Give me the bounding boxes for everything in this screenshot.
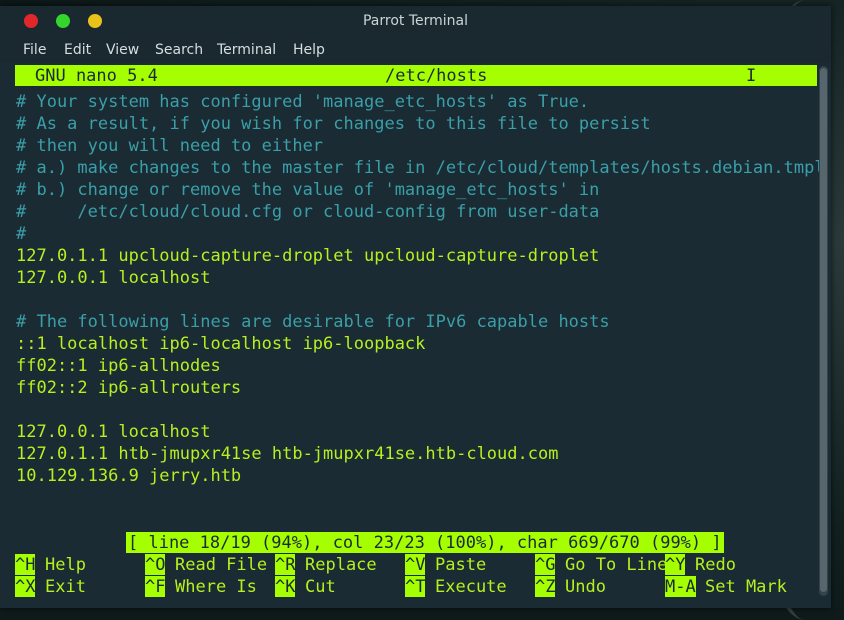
nano-modified-flag: I (746, 66, 757, 86)
shortcut-label: Undo (565, 577, 606, 597)
shortcut-key: ^V (405, 554, 426, 575)
shortcut-label: Execute (435, 577, 507, 597)
nano-file-name: /etc/hosts (385, 66, 488, 86)
comment-line: # a.) make changes to the master file in… (16, 158, 825, 178)
menu-help[interactable]: Help (293, 42, 325, 58)
shortcut-label: Replace (305, 555, 377, 575)
nano-header: GNU nano 5.4 /etc/hosts I (15, 65, 817, 86)
shortcut-key: ^R (275, 554, 296, 575)
comment-line: # Your system has configured 'manage_etc… (16, 92, 590, 112)
title-bar: Parrot Terminal (0, 6, 831, 37)
shortcut-key: ^X (15, 576, 36, 597)
comment-line: # /etc/cloud/cloud.cfg or cloud-config f… (16, 202, 600, 222)
host-line: 127.0.0.1 localhost (16, 422, 211, 442)
shortcut-key: ^K (275, 576, 296, 597)
shortcut-key: ^Y (665, 554, 686, 575)
status-line: [ line 18/19 (94%), col 23/23 (100%), ch… (126, 532, 724, 553)
scrollbar-thumb[interactable] (820, 68, 827, 592)
shortcut-label: Go To Line (565, 555, 668, 575)
comment-line: # b.) change or remove the value of 'man… (16, 180, 600, 200)
host-line: ff02::2 ip6-allrouters (16, 378, 242, 398)
shortcut-key: ^G (535, 554, 556, 575)
shortcut-key: ^H (15, 554, 36, 575)
shortcut-key: M-A (665, 576, 696, 597)
shortcut-label: Read File (175, 555, 268, 575)
host-line: 127.0.1.1 upcloud-capture-droplet upclou… (16, 246, 600, 266)
terminal-window: Parrot Terminal File Edit View Search Te… (0, 6, 831, 608)
comment-line: # As a result, if you wish for changes t… (16, 114, 651, 134)
shortcut-label: Cut (305, 577, 336, 597)
host-line: ff02::1 ip6-allnodes (16, 356, 221, 376)
shortcut-label: Help (45, 555, 86, 575)
shortcut-label: Exit (45, 577, 86, 597)
menu-view[interactable]: View (106, 42, 139, 58)
shortcut-label: Set Mark (705, 577, 787, 597)
host-line: 10.129.136.9 jerry.htb (16, 466, 242, 486)
shortcut-label: Paste (435, 555, 487, 575)
shortcut-label: Where Is (175, 577, 257, 597)
menu-file[interactable]: File (23, 42, 46, 58)
nano-app-name: GNU nano 5.4 (35, 66, 158, 86)
menu-edit[interactable]: Edit (64, 42, 91, 58)
comment-line: # The following lines are desirable for … (16, 312, 610, 332)
shortcut-key: ^Z (535, 576, 556, 597)
host-line: 127.0.1.1 htb-jmupxr41se htb-jmupxr41se.… (16, 444, 559, 464)
comment-line: # then you will need to either (16, 136, 324, 156)
menu-terminal[interactable]: Terminal (217, 42, 276, 58)
shortcut-key: ^O (145, 554, 166, 575)
host-line: ::1 localhost ip6-localhost ip6-loopback (16, 334, 426, 354)
shortcut-label: Redo (695, 555, 736, 575)
menu-bar: File Edit View Search Terminal Help (0, 37, 831, 63)
host-line: 127.0.0.1 localhost (16, 268, 211, 288)
terminal-content[interactable]: GNU nano 5.4 /etc/hosts I # Your system … (15, 64, 825, 608)
shortcut-key: ^T (405, 576, 426, 597)
window-title: Parrot Terminal (362, 13, 469, 29)
menu-search[interactable]: Search (155, 42, 203, 58)
comment-line: # (16, 224, 27, 244)
shortcut-key: ^F (145, 576, 166, 597)
